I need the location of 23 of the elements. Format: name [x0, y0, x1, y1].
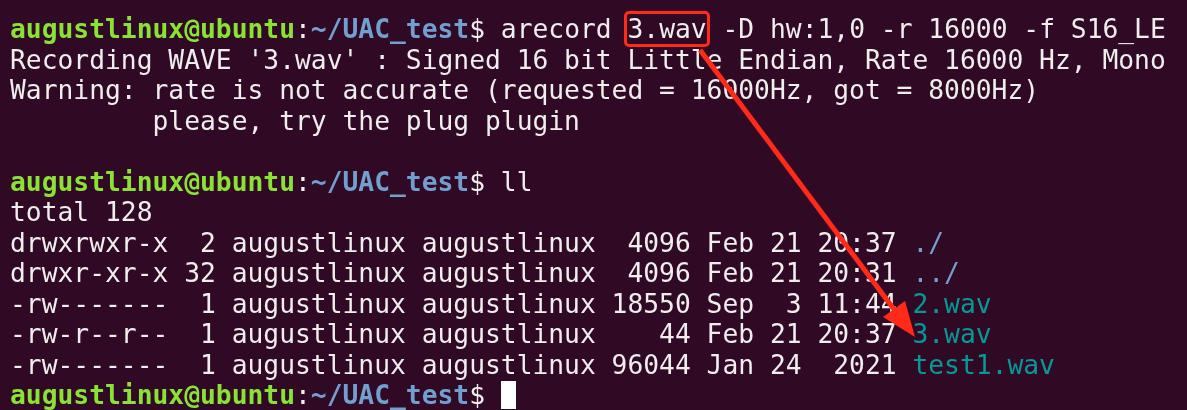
prompt-user: augustlinux@ubuntu: [10, 166, 295, 197]
terminal-text: -rw-r--r-- 1 augustlinux augustlinux 44 Feb 21 20:37: [10, 319, 898, 350]
prompt-user: augustlinux@ubuntu: [10, 380, 295, 410]
prompt-path: ~/UAC_test: [310, 380, 470, 410]
directory-name: ./: [912, 227, 945, 258]
terminal-text: :: [295, 380, 311, 410]
terminal-text: -rw------- 1 augustlinux augustlinux 96044 Jan 24 2021: [10, 349, 898, 380]
directory-name: ../: [912, 258, 960, 289]
file-name: test1.wav: [912, 349, 1055, 380]
file-name: 3.wav: [912, 319, 992, 350]
terminal-text: $ arecord: [469, 14, 613, 45]
terminal-text: :: [295, 14, 311, 45]
prompt-path: ~/UAC_test: [310, 166, 470, 197]
terminal-text: total 128: [10, 197, 153, 228]
prompt-user: augustlinux@ubuntu: [10, 14, 295, 45]
file-name: 2.wav: [912, 288, 992, 319]
highlighted-filename: 3.wav: [627, 14, 707, 45]
terminal-text: $: [469, 380, 486, 410]
terminal-text: :: [295, 166, 311, 197]
terminal-text: please, try the plug plugin: [151, 105, 580, 136]
terminal-text: $ ll: [469, 166, 533, 197]
prompt-path: ~/UAC_test: [310, 14, 470, 45]
terminal-text: -D hw:1,0 -r 16000 -f S16_LE: [721, 14, 1166, 45]
